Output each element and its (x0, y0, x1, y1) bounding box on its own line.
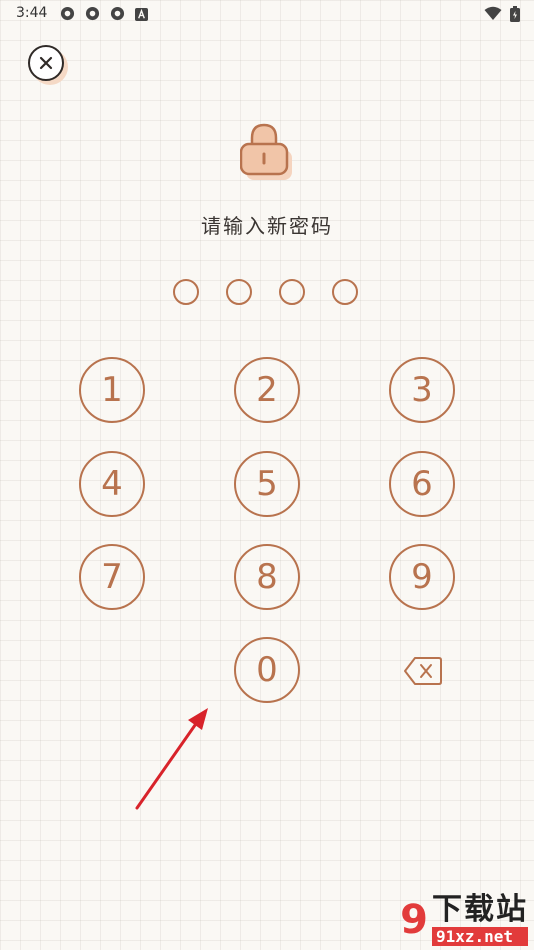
status-bar: 3:44 (0, 0, 534, 28)
pin-indicator (173, 279, 358, 305)
key-5[interactable]: 5 (234, 451, 300, 517)
key-2[interactable]: 2 (234, 357, 300, 423)
key-3[interactable]: 3 (389, 357, 455, 423)
a-badge-icon (135, 6, 150, 21)
key-6[interactable]: 6 (389, 451, 455, 517)
watermark: 9 下载站 91xz.net (400, 893, 528, 946)
watermark-logo-icon: 9 (400, 896, 428, 943)
key-9[interactable]: 9 (389, 544, 455, 610)
pin-dot (226, 279, 252, 305)
pin-dot (332, 279, 358, 305)
pin-dot (279, 279, 305, 305)
pin-dot (173, 279, 199, 305)
key-0[interactable]: 0 (234, 637, 300, 703)
system-icons (484, 6, 520, 26)
notification-icons (60, 6, 150, 21)
battery-icon (510, 6, 520, 26)
watermark-url: 91xz.net (432, 927, 528, 946)
delete-button[interactable] (403, 656, 443, 690)
close-icon (39, 56, 53, 70)
wifi-icon (484, 6, 502, 26)
lock-icon (239, 122, 296, 186)
key-7[interactable]: 7 (79, 544, 145, 610)
key-1[interactable]: 1 (79, 357, 145, 423)
status-time: 3:44 (16, 5, 48, 21)
watermark-brand: 下载站 (432, 892, 528, 927)
close-button[interactable] (28, 45, 64, 81)
page-title: 请输入新密码 (201, 214, 333, 238)
aperture-icon (60, 6, 75, 21)
key-8[interactable]: 8 (234, 544, 300, 610)
backspace-icon (404, 657, 442, 685)
aperture-icon (85, 6, 100, 21)
annotation-arrow-icon (135, 708, 208, 810)
aperture-icon (110, 6, 125, 21)
key-4[interactable]: 4 (79, 451, 145, 517)
